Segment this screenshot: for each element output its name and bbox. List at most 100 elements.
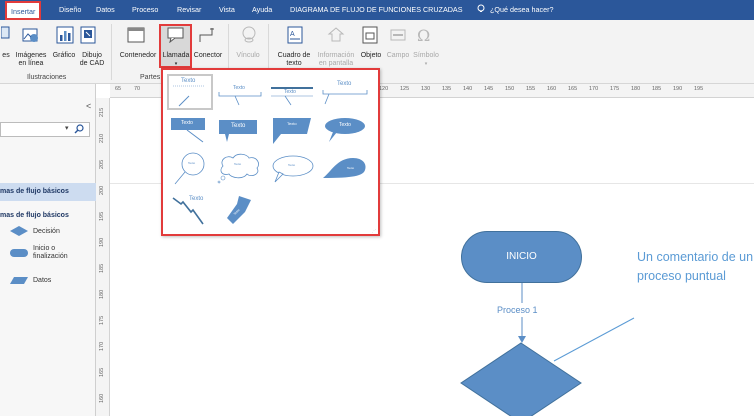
pointer-callout-icon xyxy=(227,196,251,224)
symbol-label: Símbolo xyxy=(413,52,439,59)
object-button[interactable]: Objeto xyxy=(357,52,385,60)
callout-text: Texto xyxy=(337,81,352,87)
shapes-search-input[interactable]: ▾ xyxy=(0,122,90,137)
ruler-tick: 170 xyxy=(589,86,599,92)
tell-me-search[interactable]: ¿Qué desea hacer? xyxy=(490,0,554,20)
shapes-pane: < ▾ mas de flujo básicos mas de flujo bá… xyxy=(0,84,96,416)
field-button[interactable]: Campo xyxy=(385,52,411,60)
callout-text: Texto xyxy=(288,163,296,167)
circle-callout-icon xyxy=(174,152,205,185)
comment-callout-line xyxy=(553,317,635,362)
resize-grip[interactable]: ⋰ xyxy=(372,228,376,233)
callout-style-1[interactable]: Texto xyxy=(167,74,213,110)
textbox-button[interactable]: Cuadro de texto xyxy=(272,52,316,68)
ruler-tick: 130 xyxy=(421,86,431,92)
ruler-tick: 135 xyxy=(442,86,452,92)
callout-button[interactable]: Llamada ▾ xyxy=(160,52,192,68)
connector-button[interactable]: Conector xyxy=(192,52,224,60)
container-icon xyxy=(127,27,145,43)
connector-label-process[interactable]: Proceso 1 xyxy=(497,305,538,315)
tab-datos[interactable]: Datos xyxy=(96,0,115,20)
ruler-tick: 155 xyxy=(526,86,536,92)
bracket-callout-icon xyxy=(218,92,262,106)
ruler-tick: 125 xyxy=(400,86,410,92)
diamond-shape-icon xyxy=(10,226,28,236)
textbox-icon: A xyxy=(287,26,303,44)
search-icon[interactable] xyxy=(74,124,84,134)
cloud-callout-icon xyxy=(217,153,259,184)
callout-style-5[interactable]: Texto xyxy=(167,114,213,146)
cad-drawing-button[interactable]: Dibujo de CAD xyxy=(78,52,106,68)
link-button[interactable]: Vínculo xyxy=(232,52,264,60)
shape-label-terminator-2: finalización xyxy=(33,253,68,260)
callout-style-8[interactable]: Texto xyxy=(319,114,371,146)
flowchart-start-terminator[interactable]: INICIO xyxy=(461,231,582,283)
chart-button[interactable]: Gráfico xyxy=(52,52,76,60)
screentip-label-1: Información xyxy=(317,52,355,59)
stencil-header[interactable]: mas de flujo básicos xyxy=(0,212,69,219)
stencil-selected[interactable]: mas de flujo básicos xyxy=(0,183,96,201)
callout-icon xyxy=(167,27,184,43)
callout-style-4[interactable]: Texto xyxy=(319,76,371,108)
shape-label-terminator: Inicio o finalización xyxy=(33,245,68,261)
callout-text: Texto xyxy=(233,85,245,91)
ruler-tick: 65 xyxy=(115,86,122,92)
tab-revisar[interactable]: Revisar xyxy=(177,0,201,20)
collapse-pane-button[interactable]: < xyxy=(86,101,91,111)
tab-insertar[interactable]: Insertar xyxy=(5,1,42,20)
lightbulb-icon xyxy=(477,4,485,12)
callout-text: Texto xyxy=(189,196,204,202)
chart-icon xyxy=(56,26,74,44)
parallelogram-shape-icon xyxy=(10,277,28,284)
online-images-label-2: en línea xyxy=(18,60,44,67)
terminator-shape-icon xyxy=(10,249,28,257)
trapezoid-callout-icon xyxy=(273,118,311,144)
callout-style-11[interactable]: Texto xyxy=(267,152,317,184)
ruler-tick: 190 xyxy=(673,86,683,92)
callout-style-14[interactable]: Texto xyxy=(215,188,265,228)
callout-style-3[interactable]: Texto xyxy=(267,76,317,108)
container-button[interactable]: Contenedor xyxy=(117,52,159,60)
online-images-button[interactable]: Imágenes en línea xyxy=(12,52,50,68)
callout-text: Texto xyxy=(339,122,351,128)
callout-style-13[interactable]: Texto xyxy=(167,188,213,228)
shape-label-terminator-1: Inicio o xyxy=(33,245,56,252)
shape-label-decision: Decisión xyxy=(33,228,60,235)
tab-cross-functional-flowchart[interactable]: DIAGRAMA DE FLUJO DE FUNCIONES CRUZADAS xyxy=(290,0,463,20)
symbol-button[interactable]: Símbolo ▾ xyxy=(411,52,441,68)
tab-diseno[interactable]: Diseño xyxy=(59,0,81,20)
callout-style-9[interactable]: Texto xyxy=(167,150,213,186)
ruler-tick: 140 xyxy=(463,86,473,92)
screentip-button[interactable]: Información en pantalla xyxy=(314,52,358,68)
line-callout-icon xyxy=(172,197,204,225)
tab-ayuda[interactable]: Ayuda xyxy=(252,0,272,20)
omega-symbol-icon: Ω xyxy=(417,26,430,44)
speech-box-callout-icon xyxy=(219,120,257,142)
shape-label-data: Datos xyxy=(33,277,52,284)
callout-label: Llamada xyxy=(162,52,190,59)
comment-callout-text[interactable]: Un comentario de un proceso puntual xyxy=(637,248,754,286)
ruler-tick: 195 xyxy=(694,86,704,92)
textbox-label-1: Cuadro de xyxy=(277,52,311,59)
ruler-tick: 180 xyxy=(631,86,641,92)
callout-style-10[interactable]: Texto xyxy=(215,152,265,184)
callout-text: Texto xyxy=(181,78,196,84)
callout-style-12[interactable]: Texto xyxy=(319,152,371,184)
object-icon xyxy=(362,26,378,44)
online-images-icon xyxy=(22,28,38,42)
ruler-tick: 160 xyxy=(547,86,557,92)
tab-proceso[interactable]: Proceso xyxy=(132,0,158,20)
callout-text: Texto xyxy=(347,166,355,170)
ruler-tick: 165 xyxy=(568,86,578,92)
ruler-tick: 70 xyxy=(134,86,141,92)
callout-style-6[interactable]: Texto xyxy=(215,114,265,146)
oval-outline-callout-icon xyxy=(272,155,314,183)
tab-vista[interactable]: Vista xyxy=(219,0,235,20)
ruler-tick: 150 xyxy=(505,86,515,92)
search-dropdown-caret[interactable]: ▾ xyxy=(65,124,69,132)
callout-style-7[interactable]: Texto xyxy=(267,114,317,146)
callout-style-2[interactable]: Texto xyxy=(215,76,265,108)
pictures-button[interactable]: es xyxy=(0,52,12,60)
screentip-label-2: en pantalla xyxy=(318,60,354,67)
callout-text: Texto xyxy=(188,161,196,165)
